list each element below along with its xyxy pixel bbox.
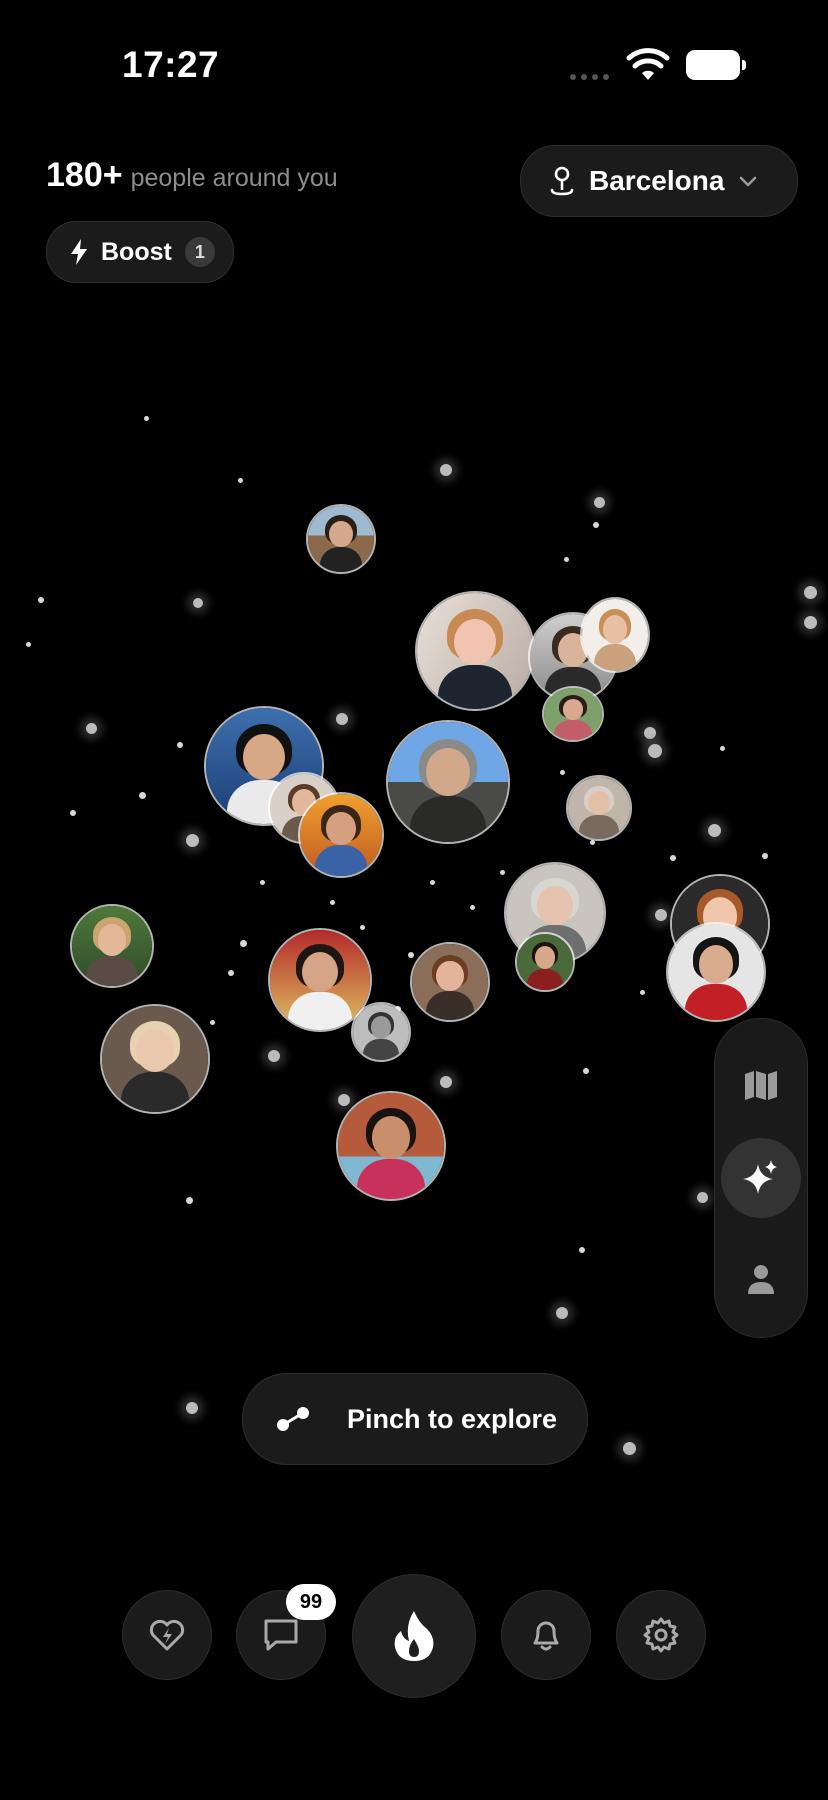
location-pin-icon: [550, 166, 574, 196]
profile-view-button[interactable]: [721, 1239, 801, 1319]
people-around-counter: 180+ people around you: [46, 156, 338, 195]
person-icon: [748, 1265, 774, 1294]
profile-bubble[interactable]: [566, 775, 632, 841]
messages-badge: 99: [286, 1584, 336, 1620]
boost-count-badge: 1: [184, 237, 215, 267]
signal-dots-icon: [570, 74, 609, 80]
likes-nav-button[interactable]: [122, 1590, 212, 1680]
lightning-bolt-icon: [71, 239, 87, 265]
city-name: Barcelona: [589, 165, 725, 196]
battery-icon: [686, 50, 740, 80]
battery-tip: [742, 60, 746, 70]
profile-bubble[interactable]: [306, 504, 376, 574]
pinch-icon: [277, 1407, 309, 1431]
flame-icon: [394, 1611, 434, 1661]
profile-bubble[interactable]: [515, 932, 575, 992]
profile-bubble[interactable]: [70, 904, 154, 988]
home-nav-button[interactable]: [352, 1574, 476, 1698]
settings-nav-button[interactable]: [616, 1590, 706, 1680]
profile-bubble[interactable]: [542, 686, 604, 742]
wifi-icon: [626, 48, 670, 80]
bell-icon: [533, 1621, 559, 1651]
notifications-nav-button[interactable]: [501, 1590, 591, 1680]
boost-button[interactable]: Boost 1: [46, 221, 234, 283]
chat-bubble-icon: [264, 1619, 298, 1651]
profile-bubble[interactable]: [298, 792, 384, 878]
boost-label: Boost: [101, 237, 172, 266]
gear-icon: [643, 1617, 679, 1653]
people-count: 180+: [46, 156, 123, 194]
profile-bubble[interactable]: [410, 942, 490, 1022]
profile-bubble[interactable]: [415, 591, 535, 711]
map-icon: [745, 1071, 777, 1100]
pinch-hint: Pinch to explore: [242, 1373, 588, 1465]
heart-bolt-icon: [149, 1619, 185, 1651]
sparkles-icon: [743, 1160, 777, 1194]
profile-bubble[interactable]: [100, 1004, 210, 1114]
chevron-down-icon: [740, 176, 757, 187]
profile-bubble[interactable]: [666, 922, 766, 1022]
status-time: 17:27: [122, 44, 220, 85]
profile-bubble[interactable]: [580, 597, 650, 673]
discover-view-button[interactable]: [721, 1138, 801, 1218]
profile-bubble[interactable]: [351, 1002, 411, 1062]
view-mode-rail: [714, 1018, 808, 1338]
profile-bubble[interactable]: [386, 720, 510, 844]
profile-bubble[interactable]: [336, 1091, 446, 1201]
pinch-label: Pinch to explore: [347, 1403, 558, 1434]
map-view-button[interactable]: [721, 1045, 801, 1125]
people-label: people around you: [130, 164, 338, 192]
city-selector-button[interactable]: Barcelona: [520, 145, 798, 217]
